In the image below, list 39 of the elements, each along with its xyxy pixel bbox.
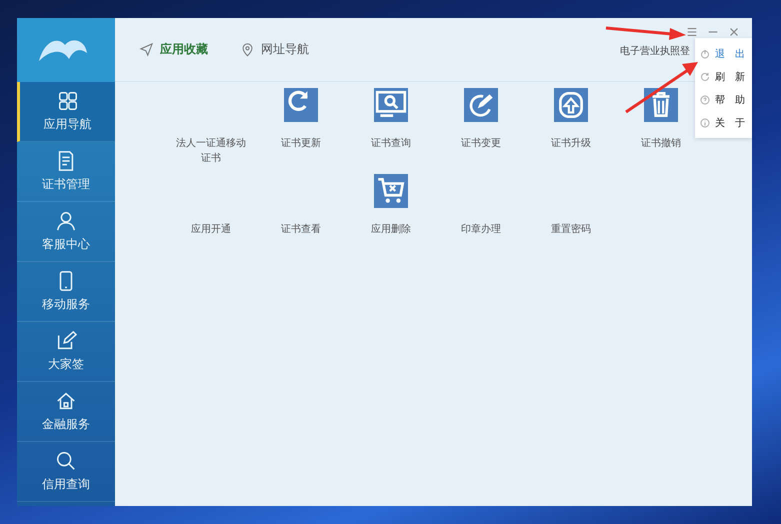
sidebar-item[interactable]: 大家签 [17,322,115,382]
menu-item[interactable]: 退 出 [695,42,752,65]
search-icon [55,450,77,472]
trash-icon [644,88,678,122]
house-icon [55,390,77,412]
sidebar-item[interactable]: 应用导航 [17,82,115,142]
app-item[interactable]: 重置密码 [526,174,616,237]
sidebar-item[interactable]: 证书管理 [17,142,115,202]
location-pin-icon [240,42,255,57]
person-icon [55,210,77,232]
power-icon [700,48,710,58]
close-icon[interactable] [728,26,740,38]
sidebar-item[interactable]: 移动服务 [17,262,115,322]
app-item[interactable]: 证书查询 [346,88,436,166]
app-item[interactable]: 证书变更 [436,88,526,166]
app-item[interactable]: 证书更新 [256,88,346,166]
app-item[interactable]: 证书查看 [256,174,346,237]
tab[interactable]: 网址导航 [238,37,311,62]
menu-item[interactable]: 刷 新 [695,65,752,88]
monitor-search-icon [374,88,408,122]
refresh-icon [284,88,318,122]
refresh-icon [700,72,710,82]
app-item[interactable]: 证书升级 [526,88,616,166]
app-item[interactable]: 法人一证通移动证书 [166,88,256,166]
sidebar-item[interactable]: 信用查询 [17,442,115,502]
grid-icon [56,90,78,112]
info-icon [700,118,710,128]
sidebar-item[interactable]: 金融服务 [17,382,115,442]
header-text: 电子营业执照登 [620,44,690,58]
sidebar-item[interactable]: 客服中心 [17,202,115,262]
cart-icon [374,174,408,208]
menu-icon[interactable] [686,26,698,38]
help-icon [700,94,710,104]
edit-icon [55,330,77,352]
app-item[interactable]: 应用删除 [346,174,436,237]
app-item[interactable]: 应用开通 [166,174,256,237]
app-item[interactable]: 印章办理 [436,174,526,237]
tab[interactable]: 应用收藏 [137,37,210,62]
send-icon [139,42,154,57]
